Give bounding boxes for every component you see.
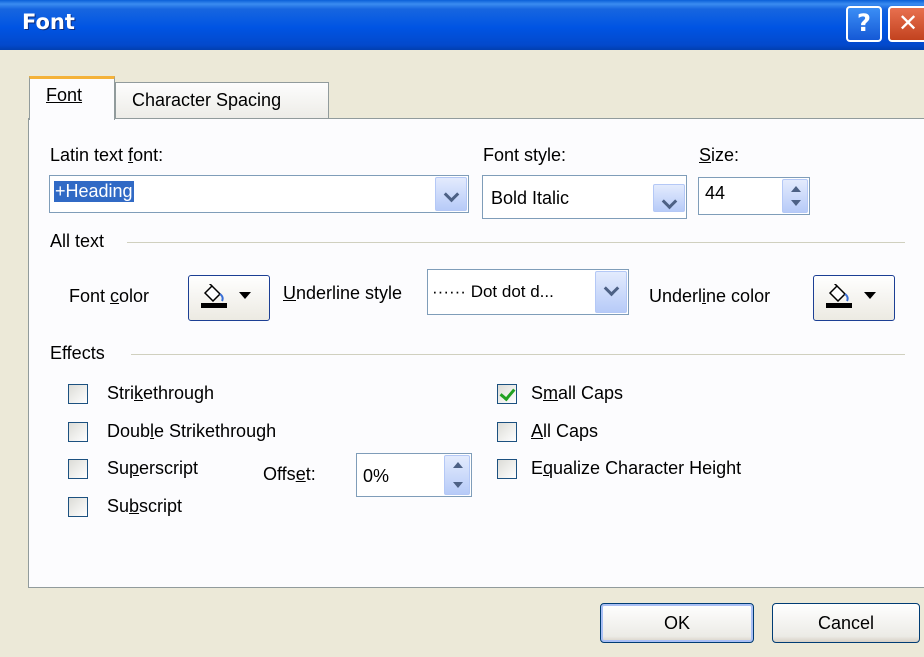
help-icon: ? [857, 9, 871, 37]
offset-label: Offset: [263, 464, 316, 484]
all-text-heading: All text [50, 231, 105, 251]
all-caps-checkbox[interactable] [497, 422, 517, 442]
font-dialog: Font ? ✕ Font Character Spacing Latin te… [0, 0, 924, 657]
size-spin-button[interactable] [782, 179, 808, 213]
underline-color-label: Underline color [649, 286, 771, 306]
equalize-character-height-label[interactable]: Equalize Character Height [531, 458, 741, 479]
cancel-button[interactable]: Cancel [772, 603, 920, 643]
help-button[interactable]: ? [846, 6, 882, 42]
font-style-dropdown-button[interactable] [653, 184, 685, 212]
subscript-label[interactable]: Subscript [107, 496, 182, 517]
window-title: Font [22, 10, 75, 34]
latin-font-combobox[interactable]: +Heading [49, 175, 469, 213]
offset-spinbox[interactable]: 0% [356, 453, 472, 497]
paint-bucket-icon [203, 284, 224, 302]
paint-bucket-icon [828, 284, 849, 302]
size-label: Size: [699, 145, 740, 165]
size-value: 44 [705, 183, 726, 203]
superscript-checkbox[interactable] [68, 459, 88, 479]
caret-down-icon [239, 292, 251, 299]
underline-color-swatch [826, 303, 852, 308]
double-strikethrough-label[interactable]: Double Strikethrough [107, 421, 276, 442]
tab-font-label: Font [46, 85, 83, 105]
subscript-checkbox[interactable] [68, 497, 88, 517]
effects-heading: Effects [50, 343, 105, 363]
font-style-value: Bold Italic [491, 188, 570, 208]
tab-character-spacing[interactable]: Character Spacing [115, 82, 329, 120]
font-color-button[interactable] [188, 275, 270, 321]
offset-spin-button[interactable] [444, 455, 470, 495]
strikethrough-checkbox[interactable] [68, 384, 88, 404]
ok-button[interactable]: OK [600, 603, 754, 643]
close-icon: ✕ [897, 9, 919, 37]
font-tab-panel: Latin text font: +Heading Font style: Bo… [28, 118, 924, 588]
font-color-swatch [201, 303, 227, 308]
all-text-divider [127, 242, 905, 243]
close-button[interactable]: ✕ [888, 6, 924, 42]
font-color-label: Font color [69, 286, 150, 306]
title-bar[interactable]: Font ? ✕ [0, 0, 924, 50]
latin-font-dropdown-button[interactable] [435, 177, 467, 211]
strikethrough-label[interactable]: Strikethrough [107, 383, 214, 404]
underline-style-label: Underline style [283, 283, 403, 303]
all-caps-label[interactable]: All Caps [531, 421, 598, 442]
small-caps-label[interactable]: Small Caps [531, 383, 623, 404]
underline-style-dropdown-button[interactable] [595, 271, 627, 313]
latin-font-label: Latin text font: [50, 145, 164, 165]
double-strikethrough-checkbox[interactable] [68, 422, 88, 442]
equalize-character-height-checkbox[interactable] [497, 459, 517, 479]
font-style-combobox[interactable]: Bold Italic [482, 175, 687, 219]
superscript-label[interactable]: Superscript [107, 458, 198, 479]
effects-divider [131, 354, 905, 355]
size-spinbox[interactable]: 44 [698, 177, 810, 215]
underline-style-combobox[interactable]: ······ Dot dot d... [427, 269, 629, 315]
offset-value: 0% [363, 466, 390, 486]
small-caps-checkbox[interactable] [497, 384, 517, 404]
latin-font-value: +Heading [54, 181, 134, 202]
underline-color-button[interactable] [813, 275, 895, 321]
tab-font[interactable]: Font [29, 76, 115, 120]
caret-down-icon [864, 292, 876, 299]
font-style-label: Font style: [483, 145, 567, 165]
underline-style-value: ······ Dot dot d... [432, 282, 554, 301]
tab-character-spacing-label: Character Spacing [132, 90, 282, 110]
